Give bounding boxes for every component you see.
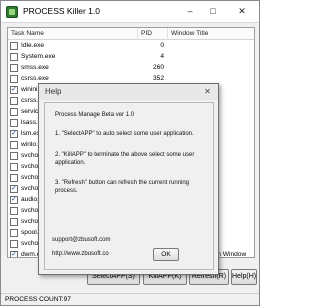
column-header-pid[interactable]: PID [138, 28, 168, 40]
row-checkbox[interactable] [10, 107, 18, 116]
support-email: support@zbusoft.com [52, 237, 111, 243]
row-checkbox[interactable] [10, 173, 18, 182]
help-dialog: Help ✕ Process Manage Beta ver 1.0 1. "S… [38, 83, 219, 275]
task-name-cell: Idle.exe [21, 42, 45, 49]
row-checkbox[interactable] [10, 206, 18, 215]
pid-cell: 260 [152, 64, 164, 71]
row-checkbox[interactable] [10, 151, 18, 160]
pid-cell: 0 [160, 42, 164, 49]
table-row[interactable]: System.exe 4 [8, 51, 254, 62]
website-url: http://www.zbusoft.co [52, 251, 109, 257]
row-checkbox[interactable]: ✓ [10, 195, 18, 204]
window-title-cell [170, 40, 254, 51]
help-dialog-title: Help [45, 87, 62, 96]
help-step-1: 1. "SelectAPP" to auto select some user … [55, 131, 194, 137]
row-checkbox[interactable] [10, 140, 18, 149]
title-bar[interactable]: PROCESS Killer 1.0 – □ ✕ [1, 1, 259, 23]
row-checkbox[interactable] [10, 118, 18, 127]
help-button[interactable]: Help(H) [231, 269, 257, 285]
list-header: Task Name PID Window Title [8, 28, 254, 40]
task-name-cell: smss.exe [21, 64, 49, 71]
row-checkbox[interactable] [10, 217, 18, 226]
close-button[interactable]: ✕ [227, 3, 257, 20]
help-dialog-close-button[interactable]: ✕ [197, 84, 218, 99]
help-dialog-body: Process Manage Beta ver 1.0 1. "SelectAP… [44, 102, 214, 270]
column-header-task-name[interactable]: Task Name [8, 28, 138, 40]
row-checkbox[interactable] [10, 74, 18, 83]
row-checkbox[interactable]: ✓ [10, 85, 18, 94]
row-checkbox[interactable] [10, 96, 18, 105]
row-checkbox[interactable] [10, 63, 18, 72]
column-header-window-title[interactable]: Window Title [168, 28, 246, 40]
task-name-cell: System.exe [21, 53, 56, 60]
help-step-2: 2. "KillAPP" to terminate the above sele… [55, 152, 195, 166]
row-checkbox[interactable]: ✓ [10, 184, 18, 193]
app-icon [6, 6, 18, 18]
help-dialog-title-bar[interactable]: Help ✕ [39, 84, 218, 100]
table-row[interactable]: Idle.exe 0 [8, 40, 254, 51]
ok-button[interactable]: OK [153, 248, 179, 261]
help-heading: Process Manage Beta ver 1.0 [55, 112, 135, 118]
window-title-cell [170, 62, 254, 73]
row-checkbox[interactable] [10, 162, 18, 171]
row-checkbox[interactable]: ✓ [10, 129, 18, 138]
row-checkbox[interactable] [10, 228, 18, 237]
row-checkbox[interactable] [10, 52, 18, 61]
pid-cell: 4 [160, 53, 164, 60]
window-title: PROCESS Killer 1.0 [23, 6, 100, 16]
minimize-button[interactable]: – [179, 3, 201, 20]
help-step-3: 3. "Refresh" button can refresh the curr… [55, 180, 190, 194]
row-checkbox[interactable] [10, 41, 18, 50]
window-title-cell [170, 51, 254, 62]
row-checkbox[interactable] [10, 239, 18, 248]
table-row[interactable]: smss.exe 260 [8, 62, 254, 73]
process-count: PROCESS COUNT:97 [5, 296, 71, 303]
row-checkbox[interactable]: ✓ [10, 250, 18, 257]
status-bar: PROCESS COUNT:97 [1, 293, 259, 305]
maximize-button[interactable]: □ [202, 3, 224, 20]
